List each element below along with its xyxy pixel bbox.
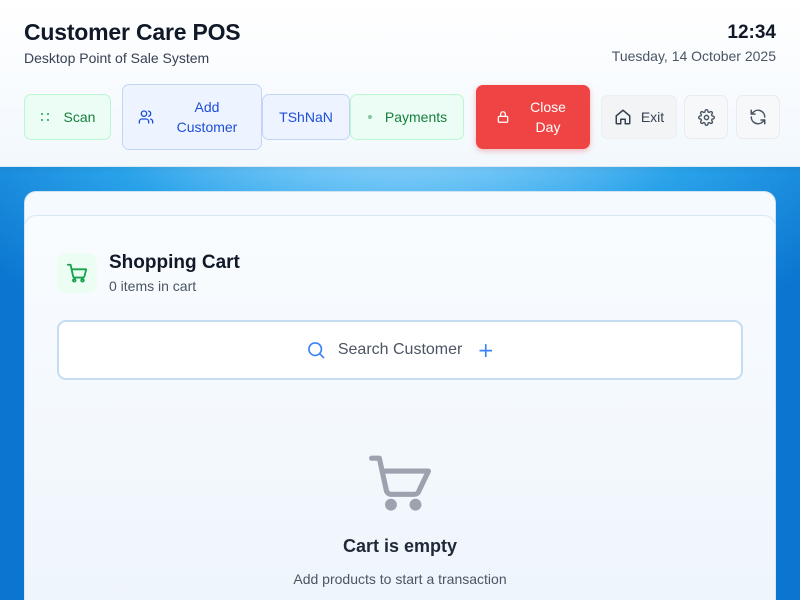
gear-icon [697, 108, 715, 126]
add-customer-label: Add Customer [176, 99, 238, 135]
clock-time: 12:34 [727, 22, 776, 43]
cart-item-count: 0 items in cart [109, 278, 197, 294]
app-header: Customer Care POS Desktop Point of Sale … [0, 0, 800, 167]
empty-cart-icon [368, 452, 432, 516]
search-icon [306, 340, 326, 360]
close-day-label: Close Day [530, 99, 566, 135]
exit-label: Exit [640, 109, 665, 125]
close-day-button[interactable]: Close Day [476, 85, 590, 149]
cart-title: Shopping Cart [109, 252, 240, 273]
settings-button[interactable] [684, 95, 728, 139]
search-customer-button[interactable]: Search Customer + [57, 320, 743, 380]
exit-button[interactable]: Exit [601, 95, 677, 139]
scan-icon [40, 112, 50, 122]
app-title: Customer Care POS [24, 19, 241, 45]
cart-icon [57, 253, 97, 293]
currency-button[interactable]: TShNaN [262, 94, 350, 140]
users-icon [138, 109, 154, 125]
currency-label: TShNaN [279, 109, 333, 125]
empty-cart-title: Cart is empty [342, 536, 458, 556]
add-customer-button[interactable]: Add Customer [122, 84, 262, 150]
lock-icon [496, 110, 510, 124]
plus-icon: + [477, 338, 495, 362]
scan-button[interactable]: Scan [24, 94, 111, 140]
empty-cart-subtitle: Add products to start a transaction [293, 571, 507, 587]
scan-label: Scan [63, 109, 96, 125]
payments-button[interactable]: Payments [350, 94, 464, 140]
payments-icon [367, 114, 373, 120]
search-customer-label: Search Customer [337, 341, 463, 358]
payments-label: Payments [384, 109, 448, 125]
refresh-icon [749, 108, 767, 126]
current-date: Tuesday, 14 October 2025 [611, 48, 776, 64]
app-subtitle: Desktop Point of Sale System [24, 50, 210, 66]
refresh-button[interactable] [736, 95, 780, 139]
home-icon [614, 108, 632, 126]
